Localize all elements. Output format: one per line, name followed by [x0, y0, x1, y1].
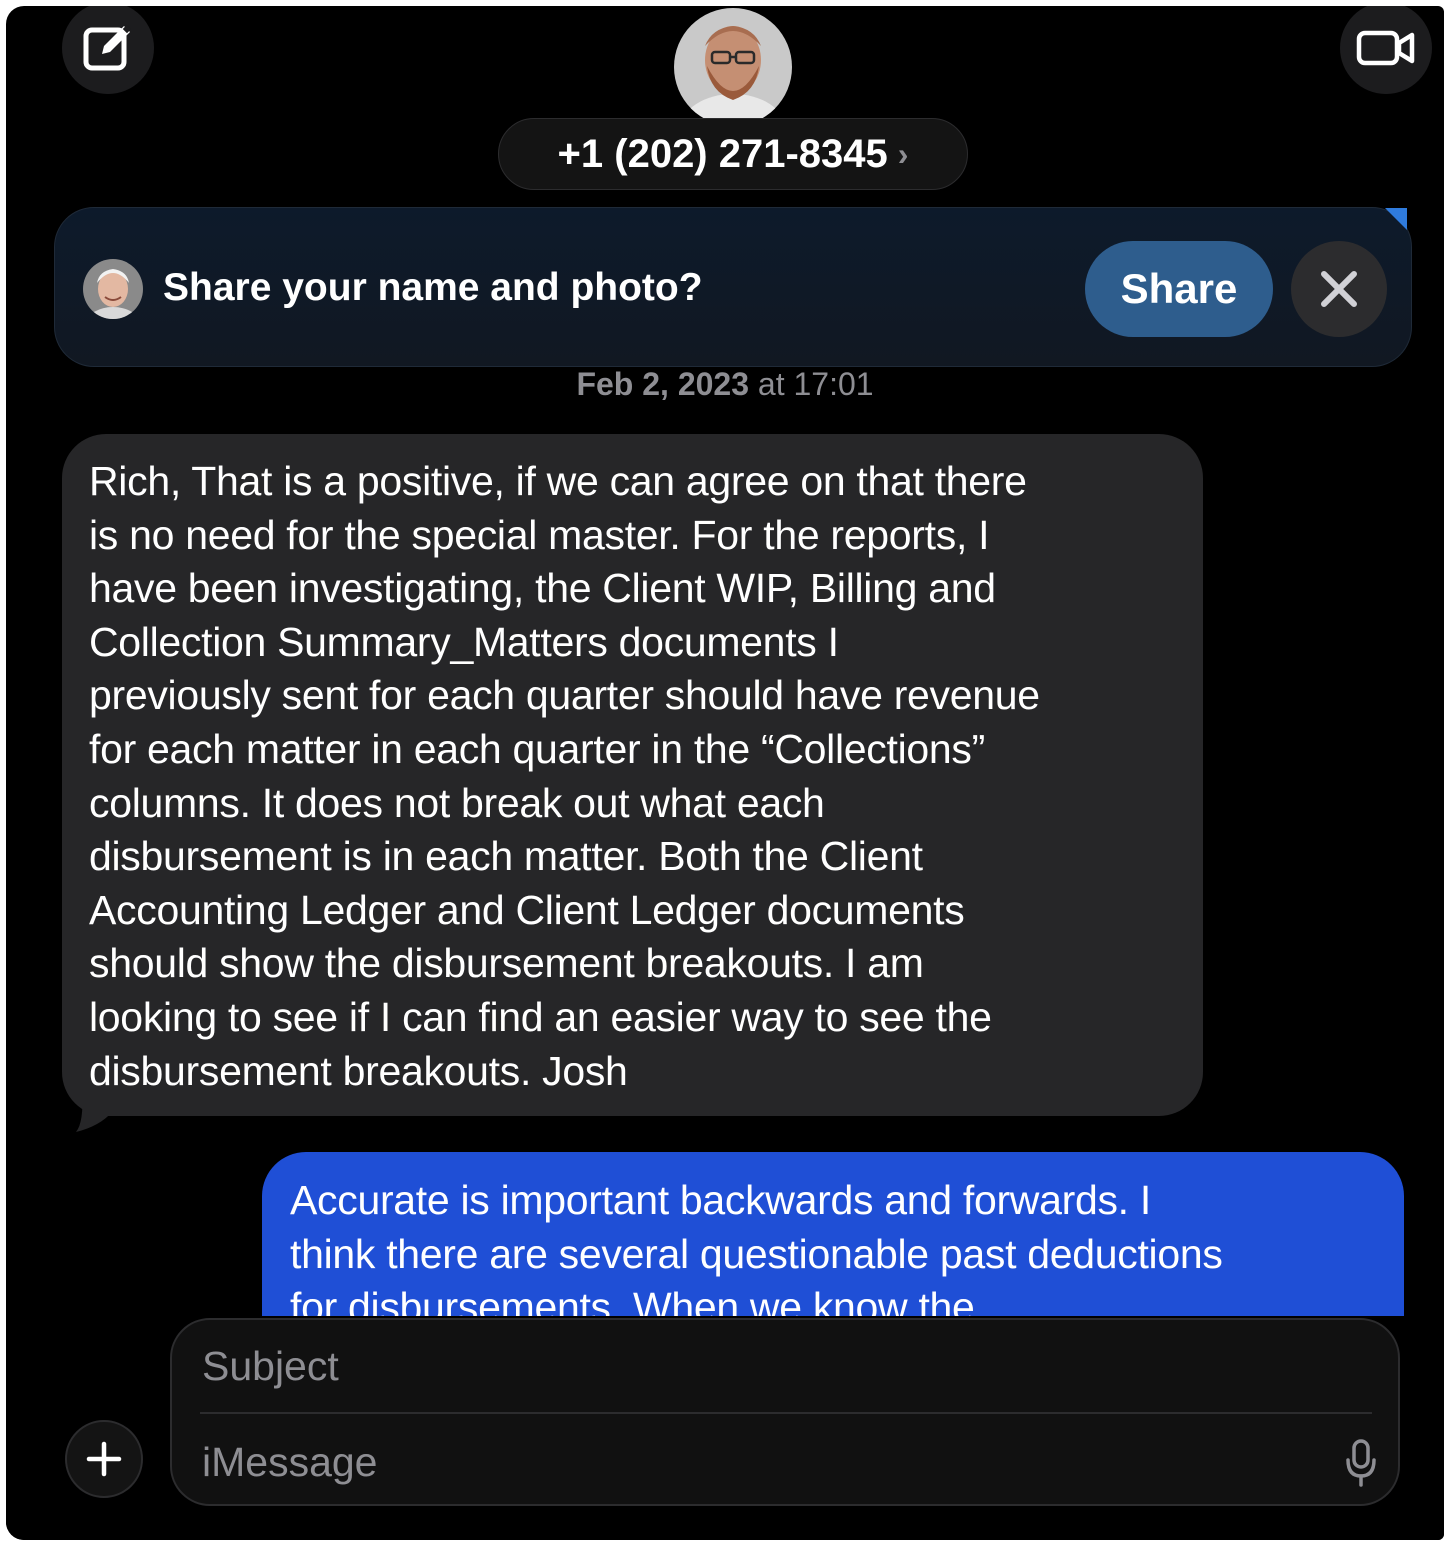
incoming-message-bubble[interactable]: Rich, That is a positive, if we can agre… [62, 434, 1203, 1116]
banner-corner-accent [1385, 208, 1407, 230]
share-button[interactable]: Share [1085, 241, 1273, 337]
share-prompt: Share your name and photo? [163, 266, 703, 309]
chevron-right-icon: › [897, 135, 909, 172]
messages-screen: +1 (202) 271-8345 › Share your name and … [6, 6, 1444, 1540]
add-attachment-button[interactable] [65, 1420, 143, 1498]
close-icon [1321, 271, 1357, 307]
composer-bar [6, 1316, 1444, 1540]
compose-icon [83, 24, 132, 71]
video-call-button[interactable] [1340, 6, 1432, 94]
close-banner-button[interactable] [1291, 241, 1387, 337]
message-compose-box [170, 1318, 1400, 1506]
video-camera-icon [1356, 30, 1415, 66]
compose-button[interactable] [62, 6, 154, 94]
timestamp-date: Feb 2, 2023 [576, 366, 749, 402]
contact-name-button[interactable]: +1 (202) 271-8345 › [498, 118, 968, 190]
contact-photo [674, 8, 792, 126]
subject-field[interactable] [202, 1334, 1342, 1398]
incoming-bubble-tail [76, 1092, 112, 1132]
message-timestamp: Feb 2, 2023 at 17:01 [6, 366, 1444, 403]
microphone-icon[interactable] [1344, 1438, 1378, 1488]
compose-divider [200, 1412, 1372, 1414]
plus-icon [86, 1441, 122, 1477]
my-photo [83, 259, 143, 319]
timestamp-time: at 17:01 [757, 366, 874, 402]
contact-number: +1 (202) 271-8345 [557, 131, 888, 176]
imessage-field[interactable] [202, 1430, 1302, 1494]
my-avatar [83, 259, 143, 319]
share-name-photo-banner: Share your name and photo? Share [54, 207, 1412, 367]
contact-avatar[interactable] [674, 8, 792, 126]
resize-corner-icon [1403, 1507, 1431, 1539]
